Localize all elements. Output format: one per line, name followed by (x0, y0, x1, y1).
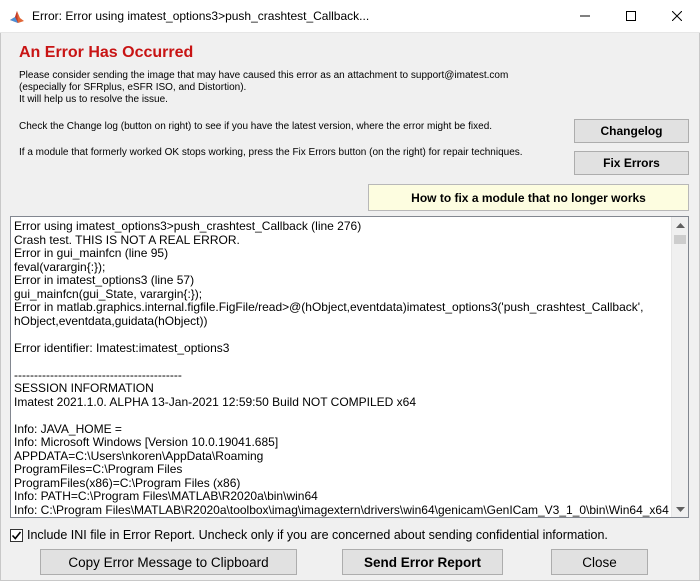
close-icon (672, 11, 682, 21)
vertical-scrollbar[interactable] (671, 217, 688, 517)
log-line: ProgramFiles(x86)=C:\Program Files (x86) (14, 475, 241, 490)
how-to-fix-button[interactable]: How to fix a module that no longer works (368, 184, 689, 211)
scroll-up-icon[interactable] (672, 217, 688, 234)
info-line: Please consider sending the image that m… (19, 70, 509, 81)
include-ini-checkbox[interactable] (10, 528, 23, 542)
close-button[interactable]: Close (551, 549, 648, 575)
checkmark-icon (11, 531, 22, 540)
send-error-report-button[interactable]: Send Error Report (342, 549, 503, 575)
log-line: Error in imatest_options3 (line 57) (14, 273, 195, 287)
log-line: hObject,eventdata,guidata(hObject)) (14, 313, 208, 328)
include-ini-label: Include INI file in Error Report. Unchec… (27, 528, 608, 542)
maximize-icon (626, 11, 636, 21)
log-line: Info: Microsoft Windows [Version 10.0.19… (14, 435, 279, 449)
fix-errors-button[interactable]: Fix Errors (574, 151, 689, 175)
scroll-down-icon[interactable] (672, 500, 688, 517)
log-line: SESSION INFORMATION (14, 381, 154, 395)
log-line: feval(varargin{:}); (14, 259, 106, 274)
log-line: Info: PATH=C:\Program Files\MATLAB\R2020… (14, 489, 318, 503)
log-line: gui_mainfcn(gui_State, varargin{:}); (14, 286, 203, 301)
info-line: It will help us to resolve the issue. (19, 94, 168, 105)
log-line: Imatest 2021.1.0. ALPHA 13-Jan-2021 12:5… (14, 394, 417, 409)
copy-to-clipboard-button[interactable]: Copy Error Message to Clipboard (40, 549, 297, 575)
changelog-button[interactable]: Changelog (574, 119, 689, 143)
close-window-button[interactable] (654, 0, 700, 32)
changelog-hint: Check the Change log (button on right) t… (19, 121, 493, 132)
window-title: Error: Error using imatest_options3>push… (32, 9, 370, 23)
minimize-button[interactable] (562, 0, 608, 32)
log-line: Error using imatest_options3>push_crasht… (14, 219, 362, 233)
title-bar: Error: Error using imatest_options3>push… (0, 0, 700, 33)
error-heading: An Error Has Occurred (19, 44, 194, 61)
minimize-icon (580, 15, 590, 17)
fix-errors-hint: If a module that formerly worked OK stop… (19, 147, 523, 158)
log-line: Error in matlab.graphics.internal.figfil… (14, 300, 644, 314)
log-line: APPDATA=C:\Users\nkoren\AppData\Roaming (14, 448, 264, 463)
log-line: Info: C:\Program Files\MATLAB\R2020a\too… (14, 502, 669, 517)
log-line: Crash test. THIS IS NOT A REAL ERROR. (14, 232, 240, 247)
log-line: ProgramFiles=C:\Program Files (14, 462, 183, 476)
maximize-button[interactable] (608, 0, 654, 32)
info-line: (especially for SFRplus, eSFR ISO, and D… (19, 82, 247, 93)
dialog-body: An Error Has Occurred Please consider se… (0, 33, 700, 581)
error-log-textbox[interactable]: Error using imatest_options3>push_crasht… (10, 216, 689, 518)
log-line: Error in gui_mainfcn (line 95) (14, 246, 169, 260)
error-log-text: Error using imatest_options3>push_crasht… (14, 219, 669, 517)
log-line: Error identifier: Imatest:imatest_option… (14, 340, 230, 355)
include-ini-row[interactable]: Include INI file in Error Report. Unchec… (10, 527, 608, 543)
matlab-icon (9, 9, 25, 25)
scroll-thumb[interactable] (674, 235, 686, 244)
log-line: ----------------------------------------… (14, 367, 182, 382)
log-line: Info: JAVA_HOME = (14, 421, 122, 436)
